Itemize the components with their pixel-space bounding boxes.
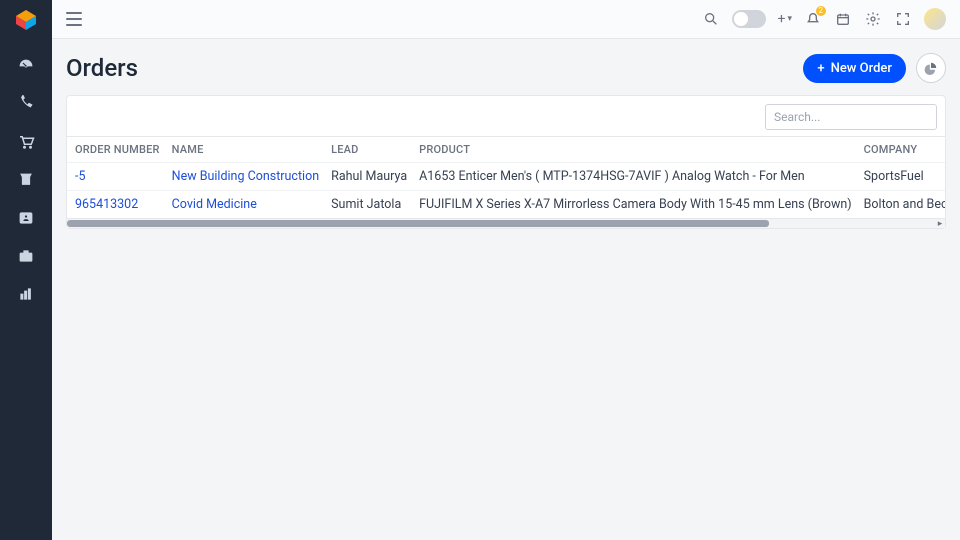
cart-icon[interactable] xyxy=(16,132,36,152)
new-order-button[interactable]: + New Order xyxy=(803,54,906,83)
cell-name[interactable]: New Building Construction xyxy=(164,163,323,191)
theme-toggle[interactable] xyxy=(732,10,766,28)
reports-icon[interactable] xyxy=(16,284,36,304)
cell-name[interactable]: Covid Medicine xyxy=(164,191,323,219)
cell-order-number[interactable]: -5 xyxy=(67,163,164,191)
chart-button[interactable] xyxy=(916,53,946,83)
fullscreen-icon[interactable] xyxy=(894,10,912,28)
sidebar xyxy=(0,0,52,540)
quick-add-button[interactable]: +▾ xyxy=(778,11,792,27)
col-order-number[interactable]: ORDER NUMBER xyxy=(67,137,164,163)
avatar[interactable] xyxy=(924,8,946,30)
orders-table: ORDER NUMBER NAME LEAD PRODUCT COMPANY T… xyxy=(67,137,945,218)
page-title: Orders xyxy=(66,54,138,82)
notifications-icon[interactable]: 2 xyxy=(804,10,822,28)
cell-lead: Rahul Maurya xyxy=(323,163,411,191)
cell-company: Bolton and Becker Co xyxy=(856,191,945,219)
col-company[interactable]: COMPANY xyxy=(856,137,945,163)
cell-order-number[interactable]: 965413302 xyxy=(67,191,164,219)
scroll-thumb[interactable] xyxy=(67,220,769,227)
settings-icon[interactable] xyxy=(864,10,882,28)
products-icon[interactable] xyxy=(16,170,36,190)
briefcase-icon[interactable] xyxy=(16,246,36,266)
contacts-icon[interactable] xyxy=(16,208,36,228)
table-row[interactable]: 965413302 Covid Medicine Sumit Jatola FU… xyxy=(67,191,945,219)
col-name[interactable]: NAME xyxy=(164,137,323,163)
menu-toggle-icon[interactable] xyxy=(66,12,82,26)
plus-icon: + xyxy=(817,61,824,76)
col-product[interactable]: PRODUCT xyxy=(411,137,856,163)
main: +▾ 2 Orders + New Order xyxy=(52,0,960,540)
search-icon[interactable] xyxy=(702,10,720,28)
cell-product: A1653 Enticer Men's ( MTP-1374HSG-7AVIF … xyxy=(411,163,856,191)
page-header: Orders + New Order xyxy=(52,39,960,95)
horizontal-scrollbar[interactable]: ◂ ▸ xyxy=(67,218,945,228)
notification-badge: 2 xyxy=(816,6,827,16)
search-input[interactable] xyxy=(765,104,937,130)
new-order-label: New Order xyxy=(831,61,892,76)
dashboard-icon[interactable] xyxy=(16,56,36,76)
col-lead[interactable]: LEAD xyxy=(323,137,411,163)
table-row[interactable]: -5 New Building Construction Rahul Maury… xyxy=(67,163,945,191)
calls-icon[interactable] xyxy=(16,94,36,114)
orders-panel: ORDER NUMBER NAME LEAD PRODUCT COMPANY T… xyxy=(66,95,946,229)
cell-product: FUJIFILM X Series X-A7 Mirrorless Camera… xyxy=(411,191,856,219)
cell-lead: Sumit Jatola xyxy=(323,191,411,219)
topbar: +▾ 2 xyxy=(52,0,960,39)
cell-company: SportsFuel xyxy=(856,163,945,191)
app-logo[interactable] xyxy=(14,8,38,32)
calendar-icon[interactable] xyxy=(834,10,852,28)
orders-table-wrap: ORDER NUMBER NAME LEAD PRODUCT COMPANY T… xyxy=(67,136,945,218)
scroll-right-icon[interactable]: ▸ xyxy=(935,219,945,229)
